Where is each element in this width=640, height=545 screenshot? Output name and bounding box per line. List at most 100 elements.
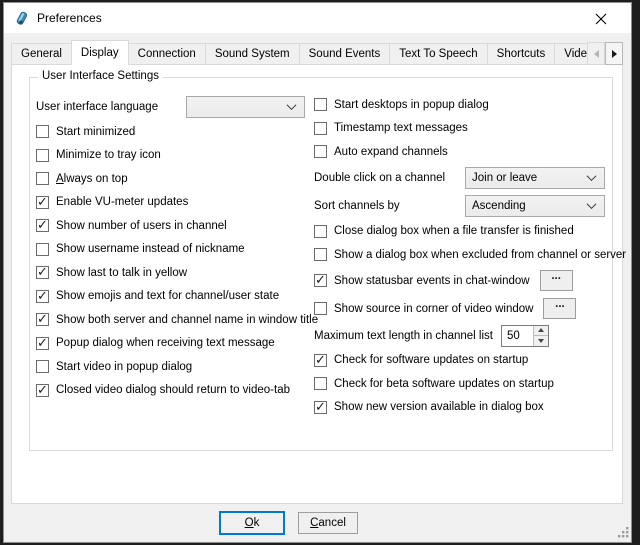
checkbox-label[interactable]: Show emojis and text for channel/user st… [56,290,279,302]
checkbox-label[interactable]: Show both server and channel name in win… [56,314,318,326]
checkbox-label[interactable]: Start minimized [56,126,135,138]
checkbox-row[interactable]: Close dialog box when a file transfer is… [314,220,616,244]
checkbox-label[interactable]: Show username instead of nickname [56,243,245,255]
max-text-length-spinner[interactable]: 50 [501,325,549,347]
checkbox-row[interactable]: Enable VU-meter updates [36,191,308,215]
checkbox-label[interactable]: Show last to talk in yellow [56,267,187,279]
checkbox[interactable] [314,302,327,315]
checkbox[interactable] [314,401,327,414]
resize-grip[interactable] [618,527,629,538]
checkbox-label[interactable]: Start desktops in popup dialog [334,99,489,111]
tab-sound-events[interactable]: Sound Events [299,43,391,65]
video-source-more-button[interactable]: ... [543,298,576,319]
cancel-button[interactable]: Cancel [298,512,358,534]
checkbox-label[interactable]: Close dialog box when a file transfer is… [334,225,574,237]
tab-shortcuts[interactable]: Shortcuts [487,43,556,65]
checkbox[interactable] [314,145,327,158]
statusbar-events-row[interactable]: Show statusbar events in chat-window ... [314,267,616,295]
checkbox-label[interactable]: Minimize to tray icon [56,149,161,161]
checkbox[interactable] [36,125,49,138]
checkbox-row[interactable]: Show last to talk in yellow [36,261,308,285]
language-row: User interface language [36,93,308,120]
video-source-row[interactable]: Show source in corner of video window ..… [314,295,616,323]
checkbox[interactable] [314,274,327,287]
sort-channels-label: Sort channels by [314,200,465,212]
checkbox-label[interactable]: Popup dialog when receiving text message [56,337,275,349]
checkbox[interactable] [36,266,49,279]
checkbox-label[interactable]: Closed video dialog should return to vid… [56,384,290,396]
checkbox[interactable] [314,354,327,367]
tab-scroll-right-button[interactable] [605,42,623,65]
checkbox-row[interactable]: Check for beta software updates on start… [314,372,616,396]
left-settings-column: User interface language Start minimized … [36,93,308,402]
checkbox-label[interactable]: Check for beta software updates on start… [334,378,554,390]
tab-general[interactable]: General [11,43,72,65]
close-button[interactable] [585,9,617,29]
checkbox[interactable] [314,248,327,261]
checkbox-row[interactable]: Start minimized [36,120,308,144]
checkbox-label[interactable]: Start video in popup dialog [56,361,192,373]
checkbox-row[interactable]: Show number of users in channel [36,214,308,238]
checkbox-label[interactable]: Show number of users in channel [56,220,227,232]
sort-channels-select[interactable]: Ascending [465,195,605,217]
checkbox[interactable] [36,337,49,350]
checkbox[interactable] [36,149,49,162]
tab-connection[interactable]: Connection [128,43,206,65]
tab-scroll-left-button[interactable] [587,42,605,65]
tab-video[interactable]: Video [554,43,589,65]
checkbox-row[interactable]: Minimize to tray icon [36,144,308,168]
titlebar[interactable]: Preferences [4,3,631,33]
checkbox-label[interactable]: Always on top [56,173,128,185]
checkbox-label[interactable]: Show a dialog box when excluded from cha… [334,249,626,261]
checkbox[interactable] [36,196,49,209]
checkbox-row[interactable]: Check for software updates on startup [314,349,616,373]
spin-up-button[interactable] [534,326,548,336]
arrow-up-icon [538,328,544,332]
checkbox-row[interactable]: Show new version available in dialog box [314,396,616,420]
checkbox[interactable] [36,172,49,185]
checkbox-row[interactable]: Auto expand channels [314,140,616,164]
checkbox-row[interactable]: Show username instead of nickname [36,238,308,262]
checkbox-row[interactable]: Popup dialog when receiving text message [36,332,308,356]
checkbox[interactable] [36,360,49,373]
language-select[interactable] [186,96,305,118]
checkbox-label[interactable]: Timestamp text messages [334,122,468,134]
checkbox-label[interactable]: Show source in corner of video window [334,303,533,315]
double-click-label: Double click on a channel [314,172,465,184]
checkbox[interactable] [314,98,327,111]
checkbox-label[interactable]: Auto expand channels [334,146,448,158]
checkbox-row[interactable]: Timestamp text messages [314,117,616,141]
checkbox[interactable] [36,219,49,232]
statusbar-events-more-button[interactable]: ... [540,270,573,291]
tab-sound-system[interactable]: Sound System [205,43,300,65]
checkbox-label[interactable]: Check for software updates on startup [334,354,528,366]
close-icon [595,13,607,25]
checkbox[interactable] [36,243,49,256]
checkbox-row[interactable]: Closed video dialog should return to vid… [36,379,308,403]
checkbox-row[interactable]: Show both server and channel name in win… [36,308,308,332]
checkbox-label[interactable]: Show new version available in dialog box [334,401,544,413]
checkbox[interactable] [314,122,327,135]
tab-display[interactable]: Display [71,40,129,65]
spin-down-button[interactable] [534,335,548,346]
checkbox[interactable] [36,384,49,397]
chevron-down-icon [287,100,297,110]
double-click-select[interactable]: Join or leave [465,167,605,189]
checkbox-row[interactable]: Show a dialog box when excluded from cha… [314,243,616,267]
checkbox-label[interactable]: Enable VU-meter updates [56,196,188,208]
checkbox-row[interactable]: Show emojis and text for channel/user st… [36,285,308,309]
ok-button[interactable]: Ok [219,511,285,535]
arrow-left-icon [594,50,599,58]
max-text-length-value[interactable]: 50 [502,326,533,346]
tab-text-to-speech[interactable]: Text To Speech [389,43,487,65]
checkbox-label[interactable]: Show statusbar events in chat-window [334,275,530,287]
checkbox[interactable] [36,313,49,326]
checkbox-row[interactable]: Always on top [36,167,308,191]
double-click-row: Double click on a channel Join or leave [314,164,616,192]
checkbox-row[interactable]: Start desktops in popup dialog [314,93,616,117]
checkbox[interactable] [314,225,327,238]
checkbox-row[interactable]: Start video in popup dialog [36,355,308,379]
preferences-window: Preferences General Display Connection S… [3,2,632,543]
checkbox[interactable] [314,377,327,390]
checkbox[interactable] [36,290,49,303]
